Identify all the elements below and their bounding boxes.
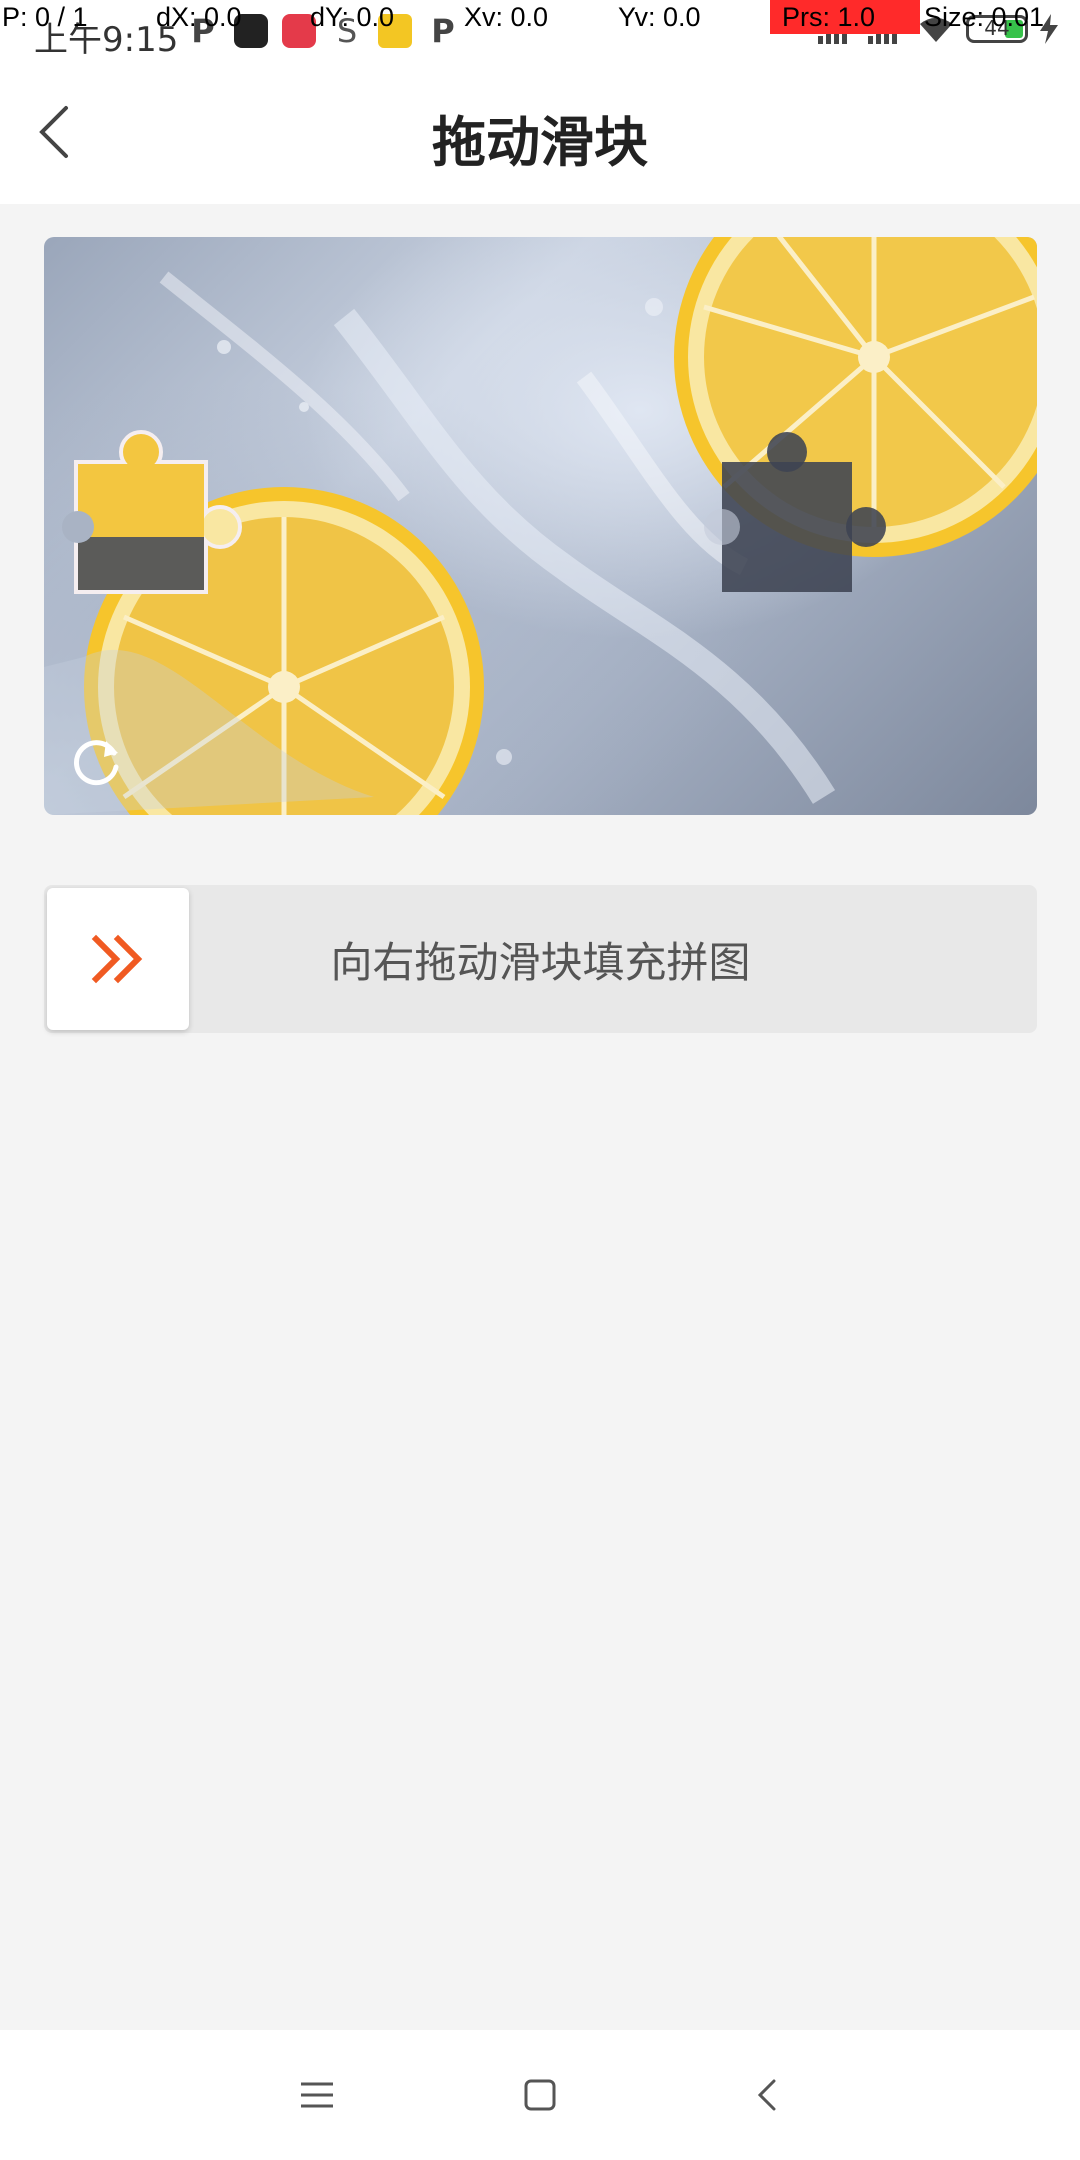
captcha-image bbox=[44, 237, 1037, 815]
wifi-icon bbox=[920, 17, 952, 42]
slider-track[interactable]: 向右拖动滑块填充拼图 bbox=[44, 885, 1037, 1033]
charging-icon bbox=[1040, 14, 1058, 44]
system-nav-bar bbox=[0, 2030, 1080, 2160]
refresh-icon bbox=[74, 740, 119, 786]
signal-icon bbox=[818, 18, 847, 44]
signal-icon bbox=[868, 18, 897, 44]
taxi-icon bbox=[378, 14, 412, 48]
status-time: 上午9:15 bbox=[34, 20, 179, 60]
home-button[interactable] bbox=[505, 2060, 575, 2130]
back-icon bbox=[757, 2079, 776, 2111]
p-icon: P bbox=[191, 12, 215, 50]
home-icon bbox=[524, 2079, 556, 2111]
slider-hint: 向右拖动滑块填充拼图 bbox=[330, 938, 751, 987]
battery-icon: 44 bbox=[966, 15, 1028, 43]
menu-icon bbox=[301, 2082, 333, 2108]
status-bar: 上午9:15 P S P 44 bbox=[0, 0, 1080, 62]
sw-icon: S bbox=[336, 12, 358, 50]
notification-icons: P S P bbox=[186, 14, 460, 48]
recents-button[interactable] bbox=[282, 2060, 352, 2130]
p-icon: P bbox=[431, 12, 455, 50]
page-title: 拖动滑块 bbox=[432, 111, 648, 174]
status-indicators: 44 bbox=[816, 14, 1060, 44]
red-app-icon bbox=[282, 14, 316, 48]
puzzle-background-image bbox=[44, 237, 1037, 815]
nav-back-button[interactable] bbox=[733, 2060, 803, 2130]
title-bar: 拖动滑块 bbox=[0, 62, 1080, 204]
refresh-button[interactable] bbox=[68, 731, 128, 791]
double-chevron-right-icon bbox=[91, 934, 143, 984]
slider-handle[interactable] bbox=[47, 888, 189, 1030]
tiktok-icon bbox=[234, 14, 268, 48]
